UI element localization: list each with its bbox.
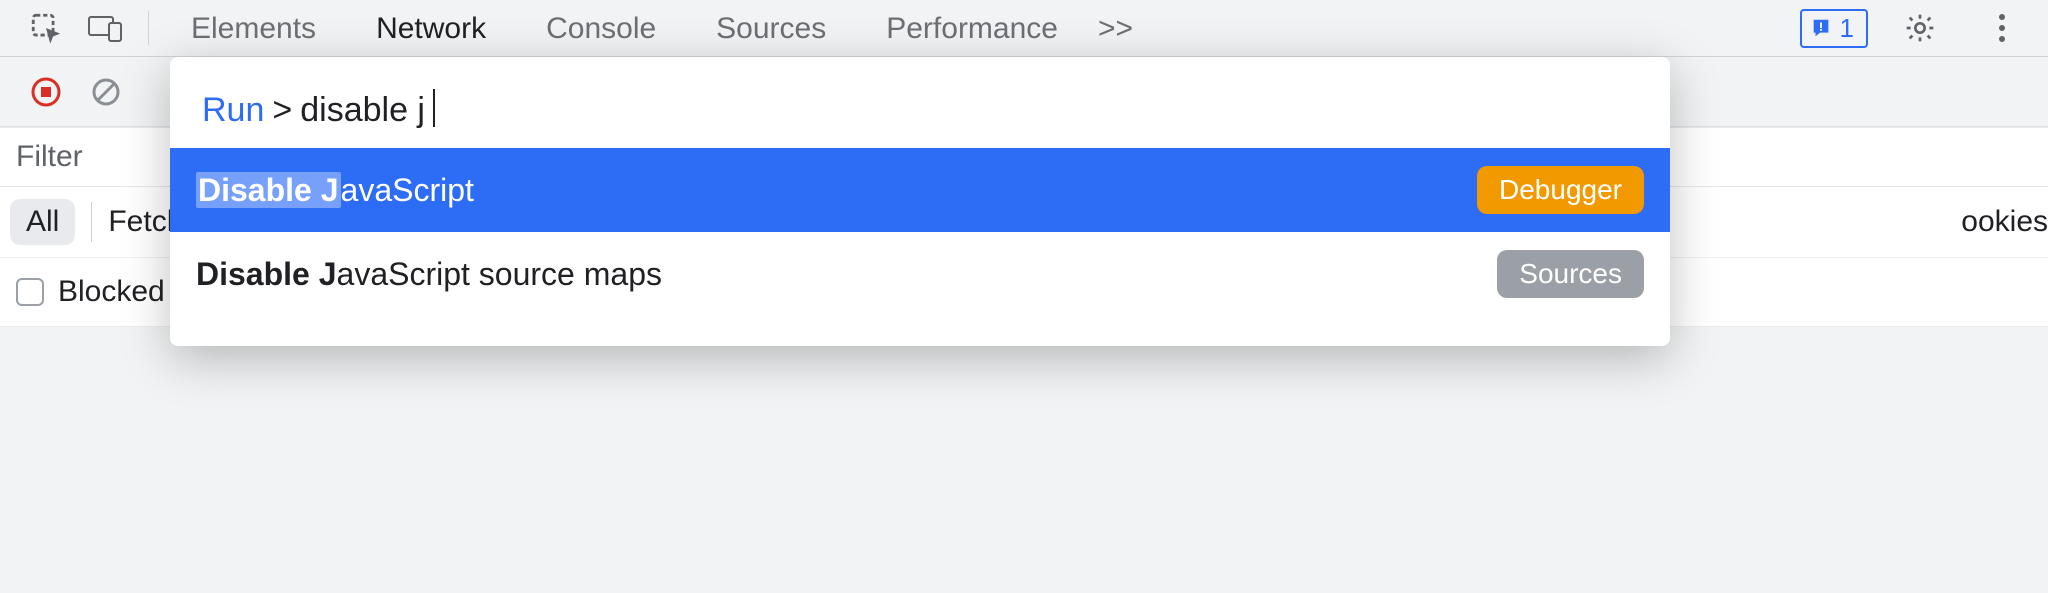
- blocked-label: Blocked: [58, 275, 165, 309]
- filter-pill-all[interactable]: All: [10, 199, 75, 245]
- command-palette-query: disable j: [300, 91, 425, 130]
- tab-sources[interactable]: Sources: [686, 0, 856, 57]
- inspect-element-icon[interactable]: [16, 0, 76, 57]
- command-palette-run-label: Run: [202, 91, 264, 130]
- tabs-overflow-icon[interactable]: >>: [1088, 0, 1143, 57]
- tab-network[interactable]: Network: [346, 0, 516, 57]
- text-caret: [433, 89, 435, 127]
- record-button-icon[interactable]: [16, 62, 76, 122]
- command-result-tag: Debugger: [1477, 166, 1644, 214]
- command-result-label: Disable JavaScript: [196, 172, 474, 209]
- chevron-right-icon: >: [272, 91, 292, 130]
- clear-icon[interactable]: [76, 62, 136, 122]
- device-toggle-icon[interactable]: [76, 0, 136, 57]
- command-result[interactable]: Disable JavaScript source maps Sources: [170, 232, 1670, 316]
- separator: [91, 202, 92, 242]
- separator: [148, 11, 149, 45]
- tab-console[interactable]: Console: [516, 0, 686, 57]
- tab-elements[interactable]: Elements: [161, 0, 346, 57]
- command-palette-input[interactable]: Run >disable j: [170, 57, 1670, 148]
- tab-performance[interactable]: Performance: [856, 0, 1088, 57]
- filter-pill-cookies-partial[interactable]: ookies: [1951, 187, 2048, 257]
- command-result-tag: Sources: [1497, 250, 1644, 298]
- issues-badge[interactable]: 1: [1800, 9, 1868, 48]
- kebab-menu-icon[interactable]: [1972, 0, 2032, 57]
- issues-count: 1: [1840, 13, 1854, 44]
- gear-icon[interactable]: [1890, 0, 1950, 57]
- content-area: [0, 327, 2048, 593]
- command-palette: Run >disable j Disable JavaScript Debugg…: [170, 57, 1670, 346]
- command-result-label: Disable JavaScript source maps: [196, 256, 662, 293]
- filter-input[interactable]: Filter: [16, 140, 83, 174]
- blocked-checkbox[interactable]: [16, 278, 44, 306]
- command-result[interactable]: Disable JavaScript Debugger: [170, 148, 1670, 232]
